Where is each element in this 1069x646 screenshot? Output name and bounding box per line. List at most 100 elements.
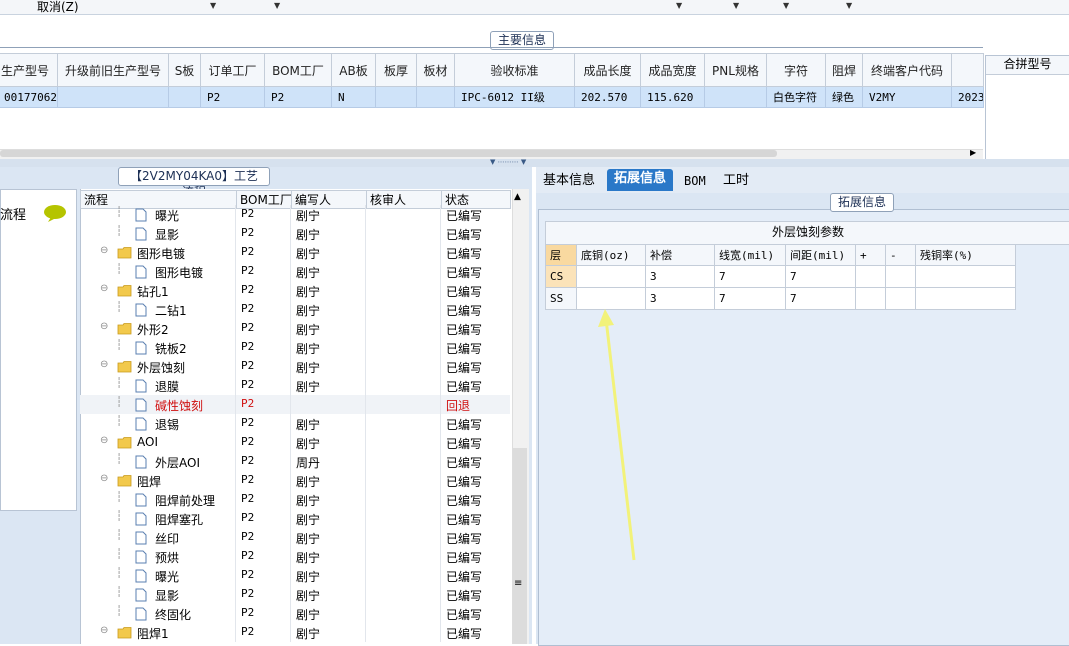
col-header[interactable]: 线宽(mil) (714, 244, 786, 266)
tab-work-hours[interactable]: 工时 (716, 171, 756, 193)
tree-row[interactable]: ┆ 显影 P2 剧宁 已编写 (80, 585, 510, 604)
col-header[interactable]: 成品宽度 (640, 53, 705, 87)
tab-extension-info[interactable]: 拓展信息 (607, 169, 674, 191)
cell[interactable] (375, 86, 417, 108)
cell[interactable] (885, 287, 916, 310)
cell[interactable]: 3 (645, 265, 715, 288)
col-header[interactable]: 板材 (416, 53, 455, 87)
cell[interactable]: 00177062 (0, 86, 58, 108)
cancel-menu[interactable]: 取消(Z) (37, 0, 79, 15)
cell[interactable]: 7 (714, 265, 786, 288)
col-header[interactable]: 层 (545, 244, 577, 266)
col-header[interactable]: + (855, 244, 886, 266)
table-row[interactable]: 00177062 P2 P2 N IPC-6012 II级 202.570 11… (0, 86, 984, 108)
col-header[interactable]: 验收标准 (454, 53, 575, 87)
cell[interactable]: 115.620 (640, 86, 705, 108)
cell[interactable] (915, 287, 1016, 310)
tree-row[interactable]: ⊖ 外形2 P2 剧宁 已编写 (80, 319, 510, 338)
chevron-down-icon[interactable]: ▼ (676, 1, 682, 10)
tree-row[interactable]: ⊖ 外层蚀刻 P2 剧宁 已编写 (80, 357, 510, 376)
cell[interactable]: IPC-6012 II级 (454, 86, 575, 108)
chevron-down-icon[interactable]: ▼ (274, 1, 280, 10)
cell[interactable] (704, 86, 767, 108)
chevron-down-icon[interactable]: ▼ (846, 1, 852, 10)
tree-row[interactable]: ┆ 退膜 P2 剧宁 已编写 (80, 376, 510, 395)
scroll-arrow-icon[interactable]: ▶ (970, 148, 976, 157)
cell[interactable]: V2MY (862, 86, 952, 108)
col-header[interactable]: 终端客户代码 (862, 53, 952, 87)
collapse-toggle-icon[interactable]: ⊖ (100, 283, 108, 294)
tree-row[interactable]: ⊖ 钻孔1 P2 剧宁 已编写 (80, 281, 510, 300)
cell[interactable] (576, 265, 646, 288)
collapse-toggle-icon[interactable]: ⊖ (100, 473, 108, 484)
col-header[interactable]: 订单工厂 (200, 53, 265, 87)
collapse-arrow-icon[interactable]: ▼ ⋯⋯⋯ ▼ (490, 158, 526, 166)
col-header[interactable]: 升级前旧生产型号 (57, 53, 169, 87)
collapse-toggle-icon[interactable]: ⊖ (100, 625, 108, 636)
col-header[interactable]: AB板 (331, 53, 376, 87)
cell[interactable]: P2 (264, 86, 332, 108)
col-header[interactable]: 阻焊 (825, 53, 863, 87)
tree-row[interactable]: ┆ 二钻1 P2 剧宁 已编写 (80, 300, 510, 319)
cell[interactable] (915, 265, 1016, 288)
collapse-toggle-icon[interactable]: ⊖ (100, 321, 108, 332)
tree-row[interactable]: ┆ 碱性蚀刻 P2 回退 (80, 395, 510, 414)
chevron-down-icon[interactable]: ▼ (210, 1, 216, 10)
table-row[interactable]: CS 3 7 7 (545, 265, 1016, 288)
tree-row[interactable]: ⊖ 阻焊 P2 剧宁 已编写 (80, 471, 510, 490)
splitter[interactable] (0, 159, 1069, 167)
cell[interactable] (855, 265, 886, 288)
tree-row[interactable]: ┆ 显影 P2 剧宁 已编写 (80, 224, 510, 243)
tree-row[interactable]: ┆ 曝光 P2 剧宁 已编写 (80, 205, 510, 224)
col-header[interactable]: 字符 (766, 53, 826, 87)
tree-row[interactable]: ┆ 预烘 P2 剧宁 已编写 (80, 547, 510, 566)
cell[interactable]: 3 (645, 287, 715, 310)
cell[interactable]: 绿色 (825, 86, 863, 108)
col-header[interactable] (951, 53, 984, 87)
col-header[interactable]: 生产型号 (0, 53, 58, 87)
tree-row[interactable]: ┆ 图形电镀 P2 剧宁 已编写 (80, 262, 510, 281)
cell[interactable]: 7 (714, 287, 786, 310)
tab-bom[interactable]: BOM (677, 171, 713, 193)
col-header[interactable]: BOM工厂 (264, 53, 332, 87)
grip-icon[interactable]: ≡ (514, 578, 522, 589)
horizontal-scroll-thumb[interactable] (0, 150, 777, 157)
cell[interactable]: 7 (785, 287, 856, 310)
cell[interactable]: 202.570 (574, 86, 641, 108)
col-header[interactable]: - (885, 244, 916, 266)
cell[interactable]: 7 (785, 265, 856, 288)
cell[interactable]: 白色字符 (766, 86, 826, 108)
tab-basic-info[interactable]: 基本信息 (536, 171, 602, 193)
tree-row[interactable]: ┆ 终固化 P2 剧宁 已编写 (80, 604, 510, 623)
chevron-down-icon[interactable]: ▼ (783, 1, 789, 10)
tree-row[interactable]: ┆ 外层AOI P2 周丹 已编写 (80, 452, 510, 471)
collapse-toggle-icon[interactable]: ⊖ (100, 359, 108, 370)
col-header[interactable]: 补偿 (645, 244, 715, 266)
tree-row[interactable]: ⊖ AOI P2 剧宁 已编写 (80, 433, 510, 452)
tree-row[interactable]: ⊖ 图形电镀 P2 剧宁 已编写 (80, 243, 510, 262)
cell[interactable]: P2 (200, 86, 265, 108)
collapse-toggle-icon[interactable]: ⊖ (100, 245, 108, 256)
scroll-up-icon[interactable]: ▲ (514, 192, 521, 202)
tree-row[interactable]: ┆ 阻焊塞孔 P2 剧宁 已编写 (80, 509, 510, 528)
col-header[interactable]: 间距(mil) (785, 244, 856, 266)
cell[interactable] (168, 86, 201, 108)
tree-row[interactable]: ┆ 丝印 P2 剧宁 已编写 (80, 528, 510, 547)
tree-row[interactable]: ┆ 阻焊前处理 P2 剧宁 已编写 (80, 490, 510, 509)
col-header[interactable]: S板 (168, 53, 201, 87)
col-header[interactable]: PNL规格 (704, 53, 767, 87)
cell[interactable]: 2023 (951, 86, 984, 108)
cell[interactable] (855, 287, 886, 310)
chevron-down-icon[interactable]: ▼ (733, 1, 739, 10)
cell[interactable] (57, 86, 169, 108)
cell[interactable] (885, 265, 916, 288)
cell[interactable]: N (331, 86, 376, 108)
col-header[interactable]: 底铜(oz) (576, 244, 646, 266)
tree-row[interactable]: ┆ 退锡 P2 剧宁 已编写 (80, 414, 510, 433)
tree-row[interactable]: ⊖ 阻焊1 P2 剧宁 已编写 (80, 623, 510, 642)
collapse-toggle-icon[interactable]: ⊖ (100, 435, 108, 446)
col-header[interactable]: 残铜率(%) (915, 244, 1016, 266)
tree-row[interactable]: ┆ 曝光 P2 剧宁 已编写 (80, 566, 510, 585)
vertical-scroll-thumb[interactable] (513, 448, 527, 644)
chat-bubble-icon[interactable] (43, 204, 67, 222)
